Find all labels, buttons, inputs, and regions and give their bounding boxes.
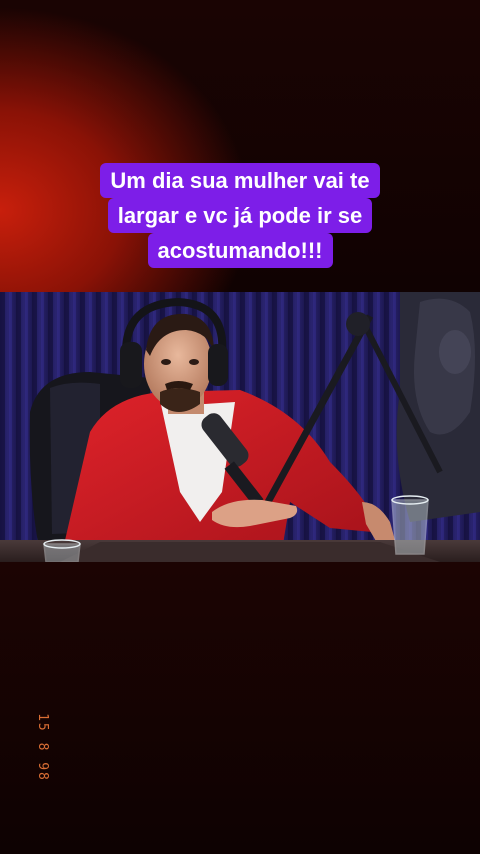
video-frame[interactable]: [0, 292, 480, 562]
caption-line-1: Um dia sua mulher vai te: [100, 163, 380, 198]
caption-line-3: acostumando!!!: [147, 233, 333, 268]
date-stamp: 15 8 98: [34, 713, 50, 782]
podcast-scene: [0, 292, 480, 562]
background-bottom-gradient: [0, 562, 480, 854]
glass-right: [391, 499, 429, 555]
caption-box: Um dia sua mulher vai te largar e vc já …: [40, 163, 440, 268]
caption-line-2: largar e vc já pode ir se: [107, 198, 373, 233]
